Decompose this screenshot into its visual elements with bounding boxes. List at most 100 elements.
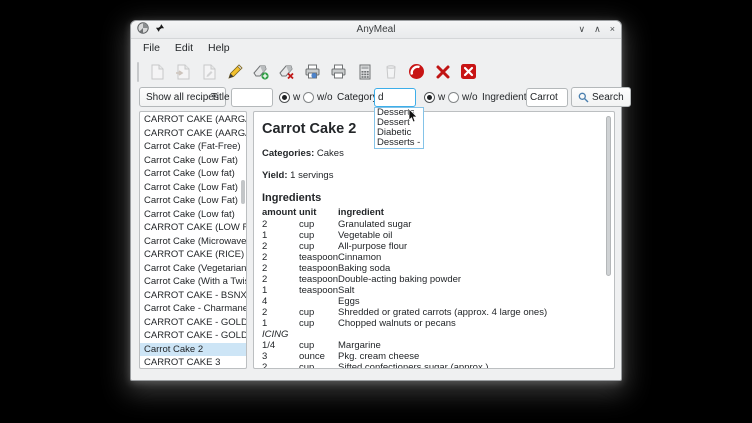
ingredient-row: 2teaspoonCinnamon [262, 252, 600, 263]
unit-cell: cup [299, 318, 338, 329]
category-with-radio[interactable] [424, 92, 435, 103]
edit-recipe-icon[interactable] [224, 61, 245, 82]
export-recipe-icon[interactable] [198, 61, 219, 82]
ingredient-cell: Sifted confectioners sugar (approx.) [338, 362, 600, 369]
print-icon[interactable] [328, 61, 349, 82]
ingredient-row: 1cupVegetable oil [262, 230, 600, 241]
ingredient-input[interactable] [526, 88, 568, 107]
title-with-label: w [293, 92, 300, 103]
recipe-view-scrollbar[interactable] [606, 116, 611, 276]
list-item[interactable]: Carrot Cake (Low Fat) [140, 181, 246, 195]
list-item[interactable]: Carrot Cake (Low fat) [140, 167, 246, 181]
list-item[interactable]: CARROT CAKE (LOW FAT) [140, 221, 246, 235]
unit-cell: teaspoon [299, 285, 338, 296]
pin-icon[interactable] [155, 23, 165, 36]
ingredient-row: 2cupShredded or grated carrots (approx. … [262, 307, 600, 318]
amount-cell: 2 [262, 219, 299, 230]
category-without-radio[interactable] [448, 92, 459, 103]
search-button[interactable]: Search [571, 87, 631, 107]
menu-edit[interactable]: Edit [175, 42, 193, 54]
category-with-label: w [438, 92, 445, 103]
list-item[interactable]: Carrot Cake (Low fat) [140, 208, 246, 222]
list-item[interactable]: CARROT CAKE - GOLDBECK [140, 329, 246, 343]
menu-file[interactable]: File [143, 42, 160, 54]
ingredients-heading: Ingredients [262, 192, 600, 204]
database-add-icon[interactable] [250, 61, 271, 82]
mouse-cursor [408, 109, 419, 126]
print-preview-icon[interactable] [302, 61, 323, 82]
dropdown-item[interactable]: Desserts - [375, 138, 423, 148]
amount-cell: 1 [262, 318, 299, 329]
delete-icon[interactable] [432, 61, 453, 82]
quit-icon[interactable] [458, 61, 479, 82]
list-item[interactable]: Carrot Cake (Microwave) [140, 235, 246, 249]
category-input[interactable] [374, 88, 416, 107]
list-item[interactable]: CARROT CAKE 3 [140, 356, 246, 369]
list-item[interactable]: Carrot Cake (With a Twist) [140, 275, 246, 289]
menubar: File Edit Help [131, 39, 621, 57]
amount-cell: 2 [262, 241, 299, 252]
list-item[interactable]: CARROT CAKE - GOLDBECK [140, 316, 246, 330]
categories-value: Cakes [317, 148, 344, 159]
unit-header: unit [299, 207, 338, 219]
menu-help[interactable]: Help [208, 42, 230, 54]
unit-cell: cup [299, 307, 338, 318]
amount-header: amount [262, 207, 299, 219]
title-with-radio[interactable] [279, 92, 290, 103]
minimize-button[interactable]: ∨ [579, 25, 586, 34]
list-item[interactable]: Carrot Cake (Low Fat) [140, 194, 246, 208]
ingredient-cell: All-purpose flour [338, 241, 600, 252]
close-button[interactable]: × [610, 25, 615, 34]
recipe-list-scrollbar[interactable] [241, 180, 245, 204]
title-input[interactable] [231, 88, 273, 107]
ingredient-row: 1cupChopped walnuts or pecans [262, 318, 600, 329]
ingredient-row: 1teaspoonSalt [262, 285, 600, 296]
title-without-label: w/o [317, 92, 333, 103]
ingredient-row: 4 Eggs [262, 296, 600, 307]
list-item[interactable]: Carrot Cake 2 [140, 343, 246, 357]
calculator-icon[interactable] [354, 61, 375, 82]
new-recipe-icon[interactable] [146, 61, 167, 82]
category-label: Category [337, 92, 378, 103]
ingredient-cell: Granulated sugar [338, 219, 600, 230]
ingredient-row: 1/4cupMargarine [262, 340, 600, 351]
list-item[interactable]: Carrot Cake (Low Fat) [140, 154, 246, 168]
import-recipe-icon[interactable] [172, 61, 193, 82]
categories-label: Categories: [262, 148, 314, 159]
list-item[interactable]: CARROT CAKE (AARGAU) [140, 127, 246, 141]
trash-icon[interactable] [380, 61, 401, 82]
ingredient-cell: Shredded or grated carrots (approx. 4 la… [338, 307, 600, 318]
unit-cell: teaspoon [299, 263, 338, 274]
abort-icon[interactable] [406, 61, 427, 82]
ingredient-row: 2cupSifted confectioners sugar (approx.) [262, 362, 600, 369]
list-item[interactable]: CARROT CAKE - BSNX01A [140, 289, 246, 303]
toolbar [131, 57, 621, 86]
list-item[interactable]: CARROT CAKE (RICE) [140, 248, 246, 262]
ingredient-row: 3ouncePkg. cream cheese [262, 351, 600, 362]
list-item[interactable]: Carrot Cake (Fat-Free) [140, 140, 246, 154]
recipe-title: Carrot Cake 2 [262, 121, 600, 137]
unit-cell: cup [299, 340, 338, 351]
recipe-yield: Yield: 1 servings [262, 170, 600, 181]
ingredient-cell: Eggs [338, 296, 600, 307]
ingredient-cell: Double-acting baking powder [338, 274, 600, 285]
ingredient-row: 2cupAll-purpose flour [262, 241, 600, 252]
maximize-button[interactable]: ∧ [594, 25, 601, 34]
ingredient-cell: Pkg. cream cheese [338, 351, 600, 362]
search-button-label: Search [592, 92, 624, 103]
unit-cell: teaspoon [299, 252, 338, 263]
category-dropdown: DessertsDessertDiabeticDesserts - [374, 107, 424, 149]
database-remove-icon[interactable] [276, 61, 297, 82]
ingredient-cell: Cinnamon [338, 252, 600, 263]
list-item[interactable]: Carrot Cake (Vegetarian) [140, 262, 246, 276]
ingredients-table: amount unit ingredient 2 cup Granulated su… [262, 207, 600, 369]
app-window: AnyMeal ∨ ∧ × File Edit Help [130, 20, 622, 381]
amount-cell: 1 [262, 230, 299, 241]
toolbar-handle[interactable] [137, 62, 139, 82]
list-item[interactable]: Carrot Cake - Charmane An... [140, 302, 246, 316]
amount-cell: 2 [262, 263, 299, 274]
ingredient-header: ingredient [338, 207, 600, 219]
list-item[interactable]: CARROT CAKE (AARGAU) [140, 113, 246, 127]
title-without-radio[interactable] [303, 92, 314, 103]
amount-cell: 4 [262, 296, 299, 307]
